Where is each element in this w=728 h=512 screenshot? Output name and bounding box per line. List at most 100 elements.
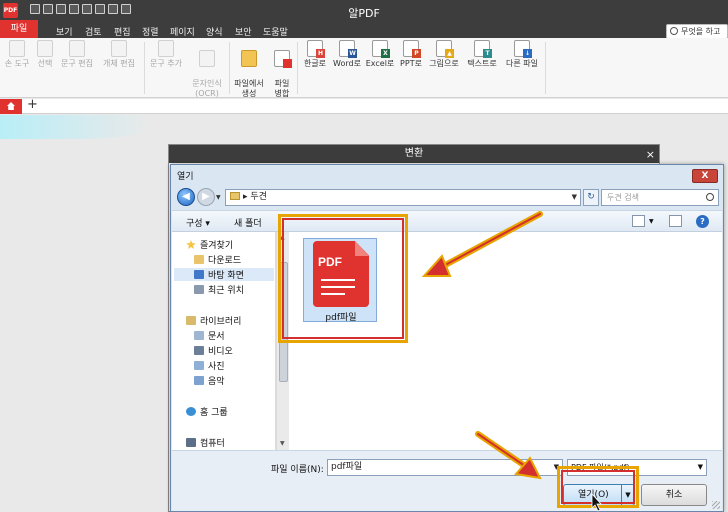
document-tab-bar: + (0, 97, 728, 114)
convert-window-titlebar: 변환 × (169, 145, 659, 163)
nav-pictures-label: 사진 (208, 362, 225, 372)
menu-security[interactable]: 보안 (235, 25, 252, 38)
menu-form[interactable]: 양식 (206, 25, 223, 38)
ribbon-label: Word로 (333, 59, 361, 68)
recent-places-icon (194, 285, 204, 294)
ribbon-divider (297, 42, 298, 94)
documents-icon (194, 331, 204, 340)
home-tab[interactable] (0, 99, 22, 114)
ribbon-text-edit-button[interactable]: 문구 편집 (58, 40, 96, 69)
filename-value: pdf파일 (331, 462, 363, 472)
new-folder-button[interactable]: 새 폴더 (234, 216, 262, 229)
text-badge: T (483, 49, 492, 58)
address-bar[interactable]: ▸ 두견 ▼ (225, 189, 581, 206)
nav-music[interactable]: 음악 (194, 374, 225, 387)
menu-page[interactable]: 페이지 (170, 25, 195, 38)
library-icon (186, 316, 196, 325)
nav-videos-label: 비디오 (208, 347, 233, 357)
ppt-badge: P (412, 49, 421, 58)
ribbon-label: 파일 병합 (274, 79, 290, 98)
ribbon-label: 한글로 (303, 59, 327, 68)
image-icon: ▲ (436, 40, 454, 58)
menu-edit[interactable]: 편집 (114, 25, 131, 38)
nav-downloads-label: 다운로드 (208, 256, 242, 266)
ribbon-to-word-button[interactable]: W Word로 (331, 40, 363, 69)
nav-videos[interactable]: 비디오 (194, 344, 233, 357)
desktop-icon (194, 270, 204, 279)
ribbon-object-edit-button[interactable]: 개체 편집 (98, 40, 140, 69)
menu-arrange[interactable]: 정렬 (142, 25, 159, 38)
ribbon-to-other-file-button[interactable]: ↓ 다른 파일 (502, 40, 542, 69)
nav-recent[interactable]: 최근 위치 (194, 283, 244, 296)
command-search[interactable]: 무엇을 하고 (666, 24, 728, 39)
nav-libraries-label: 라이브러리 (200, 317, 242, 327)
ribbon-label: 개체 편집 (103, 59, 135, 68)
chevron-down-icon[interactable]: ▼ (572, 190, 577, 205)
hwp-icon: H (307, 40, 325, 58)
search-icon (670, 27, 678, 35)
nav-computer[interactable]: 컴퓨터 (186, 436, 225, 449)
star-icon (186, 240, 196, 249)
nav-pictures[interactable]: 사진 (194, 359, 225, 372)
organize-button[interactable]: 구성 ▾ (186, 216, 210, 229)
ribbon-to-text-button[interactable]: T 텍스트로 (463, 40, 501, 69)
nav-homegroup[interactable]: 홈 그룹 (186, 405, 228, 418)
text-icon: T (474, 40, 492, 58)
nav-libraries[interactable]: 라이브러리 (186, 314, 241, 327)
pictures-icon (194, 361, 204, 370)
hand-icon (9, 40, 25, 57)
menu-help[interactable]: 도움말 (263, 25, 288, 38)
view-chevron-down-icon[interactable]: ▼ (649, 218, 654, 225)
chevron-down-icon[interactable]: ▼ (698, 460, 703, 475)
ribbon-select-button[interactable]: 선택 (34, 40, 56, 69)
file-menu-tab[interactable]: 파일 (0, 20, 38, 38)
address-path: 두견 (250, 192, 267, 202)
search-icon (706, 193, 714, 201)
recent-locations-chevron-icon[interactable]: ▼ (216, 194, 221, 201)
ribbon-divider (545, 42, 546, 94)
ribbon-to-ppt-button[interactable]: P PPT로 (397, 40, 425, 69)
nav-desktop[interactable]: 바탕 화면 (174, 268, 274, 281)
forward-arrow-icon[interactable]: ▶ (197, 188, 215, 206)
nav-documents[interactable]: 문서 (194, 329, 225, 342)
refresh-icon[interactable]: ↻ (583, 189, 599, 206)
add-tab-icon[interactable]: + (27, 97, 38, 112)
ribbon-hand-tool-button[interactable]: 손 도구 (2, 40, 32, 69)
cancel-button[interactable]: 취소 (641, 484, 707, 506)
select-icon (37, 40, 53, 57)
ribbon-divider (144, 42, 145, 94)
ribbon-to-image-button[interactable]: ▲ 그림으로 (426, 40, 462, 69)
menu-review[interactable]: 검토 (85, 25, 102, 38)
ribbon-label: 텍스트로 (467, 59, 497, 68)
back-arrow-icon[interactable]: ◀ (177, 188, 195, 206)
ribbon-to-excel-button[interactable]: X Excel로 (364, 40, 396, 69)
folder-search-input[interactable]: 두견 검색 (601, 189, 719, 206)
convert-close-icon[interactable]: × (646, 146, 655, 164)
ribbon-text-add-button[interactable]: 문구 추가 (147, 40, 185, 69)
scroll-down-icon[interactable]: ▼ (280, 440, 285, 447)
dialog-title: 열기 (177, 172, 194, 182)
excel-badge: X (381, 49, 390, 58)
navigation-pane: 즐겨찾기 다운로드 바탕 화면 최근 위치 라이브러리 문서 비디오 사진 음악… (172, 232, 276, 450)
view-options-icon[interactable] (632, 215, 645, 227)
folder-icon (230, 192, 240, 200)
nav-downloads[interactable]: 다운로드 (194, 253, 241, 266)
downloads-icon (194, 255, 204, 264)
dialog-footer: 파일 이름(N): pdf파일 ▼ PDF 파일(*.pdf) ▼ 열기(O) … (172, 450, 722, 511)
menu-view[interactable]: 보기 (56, 25, 73, 38)
ribbon-to-hwp-button[interactable]: H 한글로 (300, 40, 330, 69)
nav-homegroup-label: 홈 그룹 (200, 408, 228, 418)
nav-computer-label: 컴퓨터 (200, 439, 225, 449)
folder-search-placeholder: 두견 검색 (607, 193, 639, 202)
menu-bar: 보기 검토 편집 정렬 페이지 양식 보안 도움말 (0, 24, 728, 38)
resize-grip[interactable] (712, 501, 720, 509)
nav-favorites[interactable]: 즐겨찾기 (186, 238, 233, 251)
filename-input[interactable]: pdf파일 ▼ (327, 459, 563, 476)
preview-pane-icon[interactable] (669, 215, 682, 227)
workspace-glow (0, 115, 150, 139)
nav-desktop-label: 바탕 화면 (208, 271, 244, 281)
ocr-icon (199, 50, 215, 67)
dialog-toolbar: 구성 ▾ 새 폴더 ▼ ? (172, 210, 722, 232)
help-icon[interactable]: ? (696, 215, 709, 228)
dialog-close-button[interactable]: X (692, 169, 718, 183)
